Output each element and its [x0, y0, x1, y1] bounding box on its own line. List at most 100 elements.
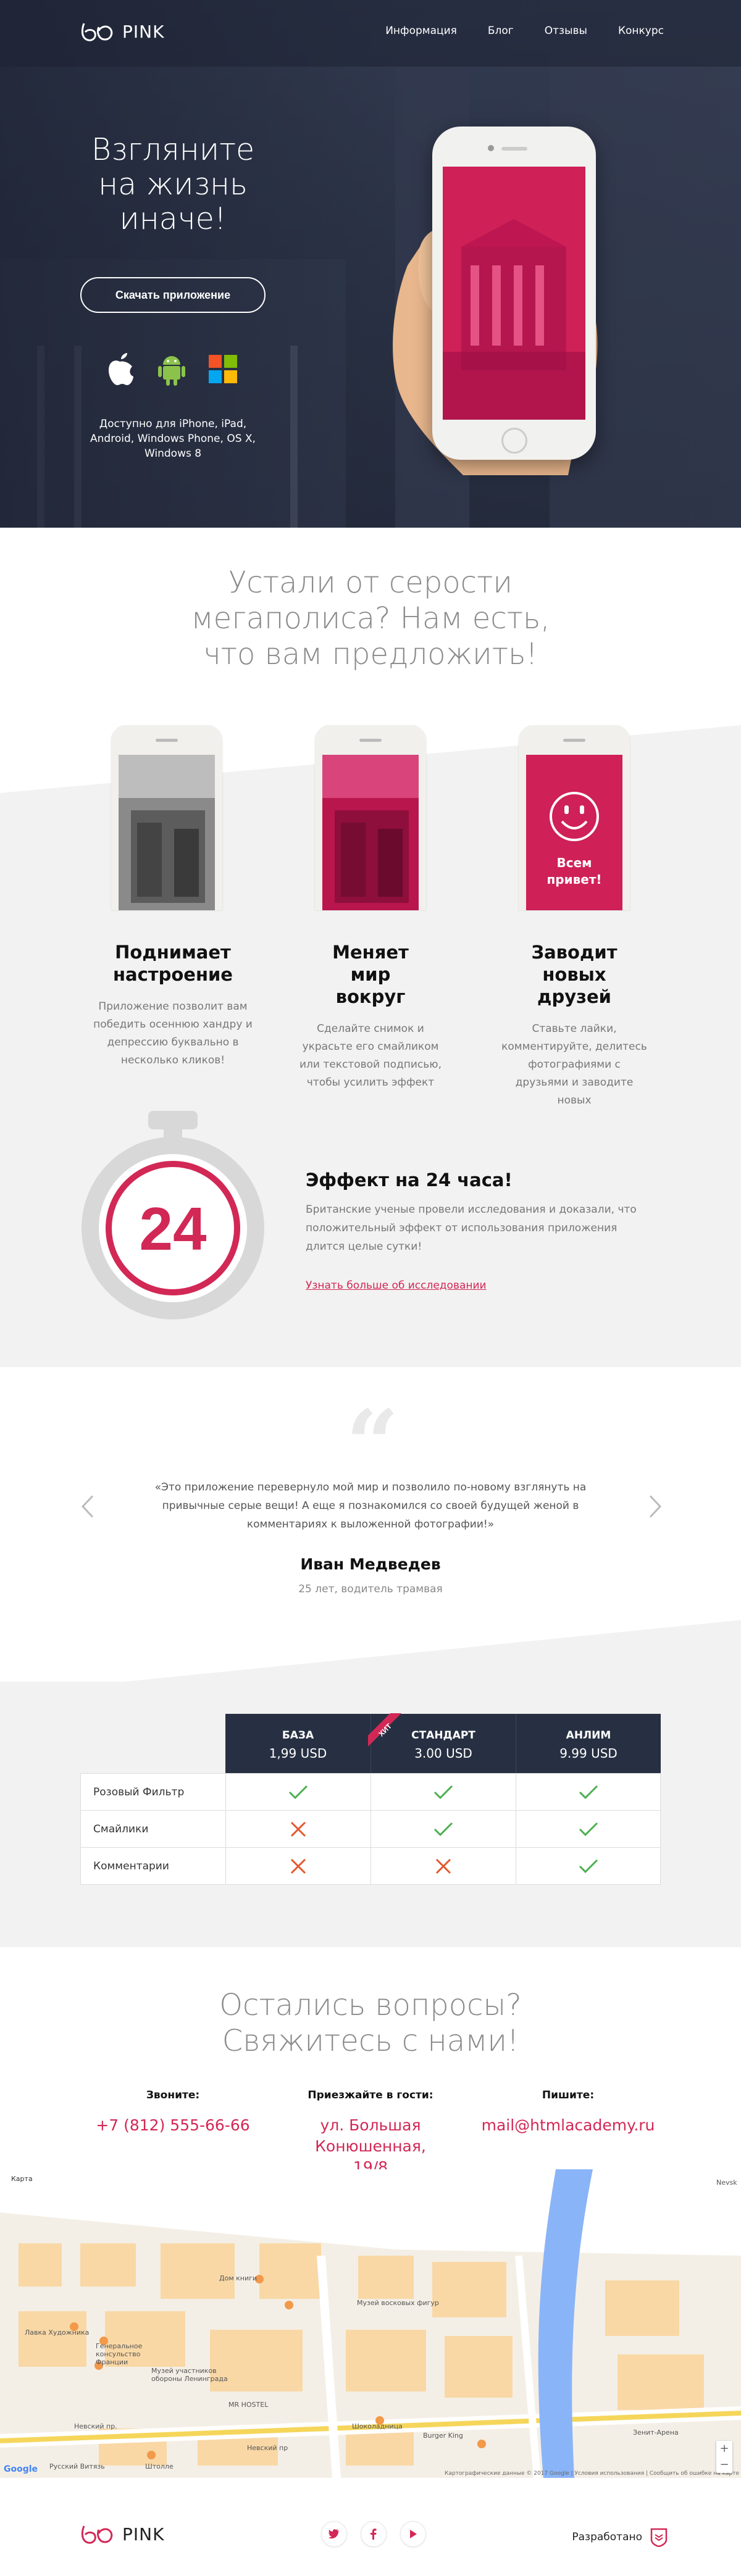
apple-icon[interactable]: [105, 352, 135, 386]
feature-title: Поднимает настроение: [113, 942, 233, 985]
check-icon: [579, 1859, 598, 1873]
map-label: Русский Витязь: [49, 2462, 105, 2470]
price-row-comments: Комментарии: [80, 1847, 661, 1885]
main-menu: Информация Блог Отзывы Конкурс: [385, 25, 664, 37]
research-link[interactable]: Узнать больше об исследовании: [306, 1279, 487, 1292]
zoom-in-icon[interactable]: +: [716, 2441, 732, 2457]
map-label: Лавка Художника: [25, 2329, 90, 2337]
youtube-icon[interactable]: [400, 2521, 426, 2547]
social-links: [321, 2521, 426, 2547]
next-review-arrow-icon[interactable]: [645, 1494, 664, 1519]
zoom-out-icon[interactable]: −: [716, 2457, 732, 2473]
map-label: Невский пр.: [74, 2422, 117, 2430]
feature-phone-world: [315, 725, 426, 910]
map-zoom-controls[interactable]: + −: [716, 2441, 732, 2473]
stopwatch-icon: 24: [82, 1111, 264, 1319]
cross-icon: [290, 1821, 306, 1837]
check-icon: [288, 1785, 308, 1799]
check-icon: [433, 1785, 453, 1799]
logo-text: PINK: [122, 2524, 165, 2545]
map-label: Музей участников обороны Ленинграда: [151, 2367, 228, 2383]
facebook-icon[interactable]: [361, 2521, 387, 2547]
check-icon: [579, 1822, 598, 1836]
hero-section: PINK Информация Блог Отзывы Конкурс Взгл…: [0, 0, 741, 528]
logo-icon: [81, 2525, 113, 2544]
feature-title: Меняет мир вокруг: [332, 942, 409, 1007]
map-label: Музей восковых фигур: [357, 2299, 439, 2307]
effect-title: Эффект на 24 часа!: [306, 1170, 513, 1190]
feature-text: Сделайте снимок и украсьте его смайликом…: [299, 1023, 442, 1089]
developer-credit[interactable]: Разработано: [572, 2527, 668, 2547]
menu-item-contest[interactable]: Конкурс: [618, 25, 664, 37]
feature-text: Ставьте лайки, комментируйте, делитесь ф…: [501, 1023, 647, 1107]
map-label: Невский пр: [247, 2444, 288, 2452]
contact-heading: Пишите:: [542, 2089, 595, 2101]
available-platforms: Доступно для iPhone, iPad, Android, Wind…: [90, 418, 256, 460]
menu-item-info[interactable]: Информация: [385, 25, 457, 37]
feature-text: Приложение позволит вам победить осеннюю…: [93, 1000, 253, 1066]
review-role: 25 лет, водитель трамвая: [298, 1583, 443, 1595]
android-icon[interactable]: [158, 352, 185, 386]
map-label: MR HOSTEL: [228, 2401, 269, 2409]
check-icon: [579, 1785, 598, 1799]
map-canvas[interactable]: [0, 2169, 741, 2478]
plan-price: 1,99 USD: [269, 1746, 327, 1761]
map-label: Burger King: [423, 2432, 463, 2440]
phone-link[interactable]: +7 (812) 555-66-66: [71, 2115, 275, 2136]
cross-icon: [290, 1858, 306, 1874]
feature-title: Заводит новых друзей: [531, 942, 618, 1007]
map-label: Nevsk: [716, 2179, 737, 2187]
contact-email: Пишите: mail@htmlacademy.ru: [466, 2089, 670, 2136]
menu-item-blog[interactable]: Блог: [488, 25, 514, 37]
windows-icon[interactable]: [209, 355, 237, 383]
quote-icon: “: [346, 1390, 400, 1498]
map-type-chip[interactable]: Карта: [9, 2174, 35, 2184]
download-app-button[interactable]: Скачать приложение: [80, 277, 266, 313]
map-label: Генеральное консульство Франции: [96, 2342, 143, 2366]
contact-heading: Приезжайте в гости:: [308, 2089, 433, 2101]
hit-badge: ХИТ: [368, 1713, 401, 1747]
hero-phone: [432, 127, 596, 460]
effect-text: Британские ученые провели исследования и…: [306, 1203, 637, 1253]
feature-mood: Поднимает настроение Приложение позволит…: [80, 941, 266, 1070]
footer-logo[interactable]: PINK: [80, 2521, 164, 2547]
phone-screen-photo: [443, 167, 585, 420]
contact-address: Приезжайте в гости: ул. Большая Конюшенн…: [269, 2089, 472, 2178]
top-nav: PINK Информация Блог Отзывы Конкурс: [0, 0, 741, 67]
logo-icon: [81, 23, 113, 41]
review-author: Иван Медведев: [300, 1555, 441, 1573]
map-copyright[interactable]: Картографические данные © 2017 Google | …: [445, 2470, 739, 2477]
reviews-section: “ «Это приложение перевернуло мой мир и …: [0, 1367, 741, 1694]
feature-world: Меняет мир вокруг Сделайте снимок и укра…: [278, 941, 463, 1092]
logo[interactable]: PINK: [80, 19, 164, 44]
price-row-pink-filter: Розовый Фильтр: [80, 1773, 661, 1811]
address-text: ул. Большая Конюшенная, 19/8: [315, 2116, 426, 2176]
timer-number: 24: [139, 1195, 206, 1263]
menu-item-reviews[interactable]: Отзывы: [545, 25, 587, 37]
map-label: Дом книги: [219, 2274, 257, 2282]
developed-by-label: Разработано: [572, 2531, 642, 2543]
plan-price: 9.99 USD: [559, 1746, 618, 1761]
email-link[interactable]: mail@htmlacademy.ru: [466, 2115, 670, 2136]
feature-label: Комментарии: [93, 1860, 169, 1872]
cross-icon: [435, 1858, 451, 1874]
features-section: Всем привет! Поднимает настроение Прилож…: [0, 725, 741, 1367]
prev-review-arrow-icon[interactable]: [79, 1494, 98, 1519]
map-section[interactable]: Дом книги Музей восковых фигур Лавка Худ…: [0, 2169, 741, 2478]
htmlacademy-icon: [650, 2528, 668, 2547]
hero-title: Взгляните на жизнь иначе!: [91, 132, 255, 236]
tagline-section: Устали от серости мегаполиса? Нам есть, …: [0, 528, 741, 731]
contact-heading: Звоните:: [146, 2089, 200, 2101]
map-label: Шоколадница: [352, 2422, 403, 2430]
contact-phone: Звоните: +7 (812) 555-66-66: [71, 2089, 275, 2136]
plan-name: АНЛИМ: [566, 1729, 611, 1742]
map-label: Зенит-Арена: [633, 2429, 679, 2437]
price-row-smileys: Смайлики: [80, 1810, 661, 1848]
plan-name: БАЗА: [282, 1729, 314, 1742]
feature-label: Розовый Фильтр: [93, 1786, 185, 1798]
twitter-icon[interactable]: [321, 2521, 347, 2547]
contacts-heading: Остались вопросы? Свяжитесь с нами!: [219, 1988, 522, 2058]
feature-label: Смайлики: [93, 1823, 149, 1835]
plan-header-base: БАЗА 1,99 USD: [225, 1714, 371, 1773]
review-text: «Это приложение перевернуло мой мир и по…: [154, 1481, 587, 1531]
